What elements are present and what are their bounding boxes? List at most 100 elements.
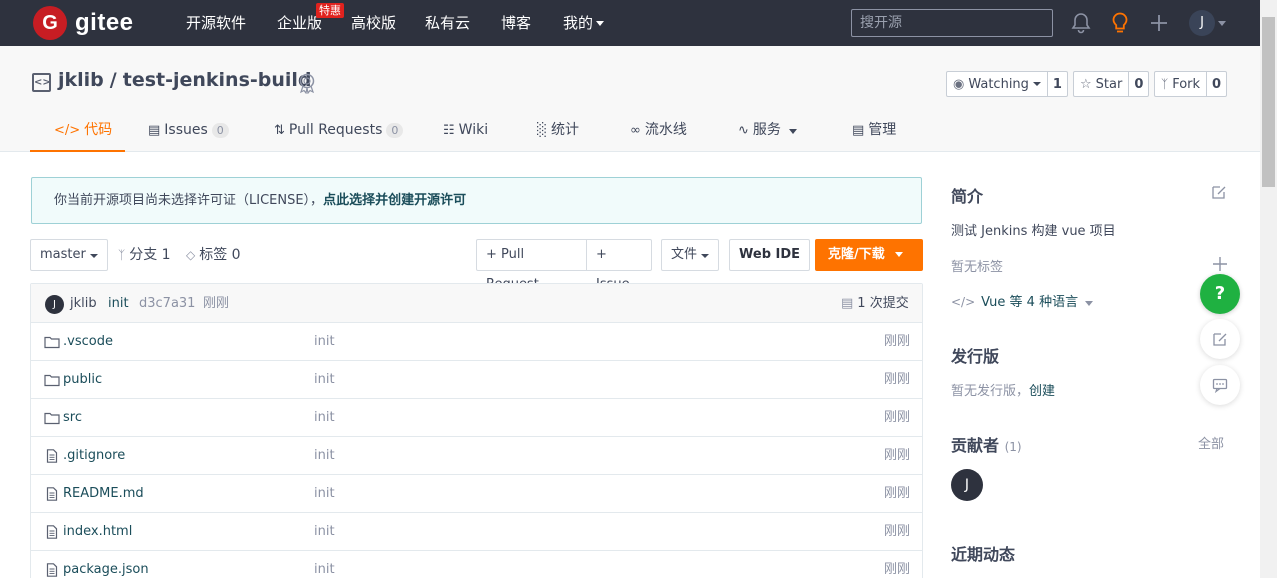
- help-button[interactable]: ?: [1200, 274, 1240, 314]
- file-commit-message[interactable]: init: [314, 551, 335, 578]
- file-name[interactable]: src: [63, 399, 82, 437]
- tags-link[interactable]: ◇ 标签 0: [186, 239, 241, 271]
- bell-icon[interactable]: [1070, 11, 1092, 35]
- gitee-logo[interactable]: G gitee: [33, 6, 134, 40]
- edit-icon: [1213, 333, 1227, 346]
- file-row[interactable]: .gitignore init 刚刚: [31, 437, 922, 475]
- file-name[interactable]: public: [63, 361, 102, 399]
- tab-stats[interactable]: ░ 统计: [537, 109, 579, 152]
- tab-service-label: 服务: [752, 122, 781, 138]
- tab-issues[interactable]: ▤ Issues 0: [148, 109, 229, 152]
- chevron-down-icon: [701, 254, 710, 258]
- tab-manage-label: 管理: [868, 122, 897, 138]
- file-commit-message[interactable]: init: [314, 399, 335, 437]
- issues-icon: ▤: [148, 123, 161, 138]
- tab-code[interactable]: </> 代码: [30, 109, 125, 152]
- file-row[interactable]: public init 刚刚: [31, 361, 922, 399]
- file-row[interactable]: src init 刚刚: [31, 399, 922, 437]
- new-pull-request-button[interactable]: + Pull Request: [476, 239, 587, 292]
- fork-icon: ᛉ: [1161, 77, 1169, 91]
- file-commit-message[interactable]: init: [314, 323, 335, 361]
- tab-pipeline-label: 流水线: [644, 122, 687, 138]
- commit-hash[interactable]: d3c7a31: [139, 284, 195, 323]
- commit-message[interactable]: init: [108, 284, 129, 323]
- new-issue-button[interactable]: + Issue: [586, 239, 652, 292]
- add-tag-icon[interactable]: [1212, 256, 1228, 272]
- file-name[interactable]: package.json: [63, 551, 149, 578]
- file-commit-time: 刚刚: [883, 334, 910, 349]
- manage-icon: ▤: [852, 123, 865, 138]
- branch-select[interactable]: master: [30, 239, 108, 271]
- nav-blog[interactable]: 博客: [501, 0, 531, 46]
- tab-pull-requests[interactable]: ⇅ Pull Requests 0: [274, 109, 404, 152]
- star-count[interactable]: 0: [1128, 72, 1148, 96]
- repo-separator: /: [109, 69, 117, 91]
- repo-name-link[interactable]: test-jenkins-build: [123, 69, 312, 91]
- watch-count[interactable]: 1: [1046, 72, 1067, 96]
- contributors-all-link[interactable]: 全部: [1198, 433, 1224, 452]
- fork-button[interactable]: ᛉ Fork 0: [1154, 71, 1228, 97]
- feedback-button[interactable]: [1200, 319, 1240, 359]
- tab-wiki[interactable]: ☷ Wiki: [443, 109, 488, 152]
- file-menu-button[interactable]: 文件: [661, 239, 720, 271]
- file-commit-time: 刚刚: [883, 524, 910, 539]
- create-release-link[interactable]: 创建: [1029, 384, 1055, 399]
- tab-wiki-label: Wiki: [458, 122, 489, 138]
- tab-pr-label: Pull Requests: [288, 122, 383, 138]
- scrollbar-thumb[interactable]: [1262, 17, 1275, 187]
- nav-university[interactable]: 高校版: [351, 0, 396, 46]
- star-label: Star: [1095, 76, 1123, 92]
- file-row[interactable]: README.md init 刚刚: [31, 475, 922, 513]
- pr-count: 0: [386, 122, 404, 138]
- contributors-label: 贡献者: [951, 436, 1000, 455]
- chevron-down-icon: [89, 254, 98, 258]
- languages-dropdown[interactable]: </> Vue 等 4 种语言: [951, 291, 1094, 310]
- recommend-badge-icon[interactable]: [296, 72, 318, 94]
- file-commit-message[interactable]: init: [314, 513, 335, 551]
- tab-pipeline[interactable]: ∞ 流水线: [630, 109, 687, 152]
- repo-owner-link[interactable]: jklib: [58, 69, 104, 91]
- file-commit-message[interactable]: init: [314, 475, 335, 513]
- plus-icon[interactable]: [1148, 11, 1170, 35]
- branches-link[interactable]: ᛉ 分支 1: [118, 239, 171, 271]
- commit-count-link[interactable]: ▤ 1 次提交: [841, 284, 909, 323]
- chat-button[interactable]: [1200, 365, 1240, 405]
- web-ide-button[interactable]: Web IDE: [729, 239, 811, 271]
- file-table: J jklib init d3c7a31 刚刚 ▤ 1 次提交 .vscode in…: [30, 283, 923, 578]
- file-row[interactable]: .vscode init 刚刚: [31, 323, 922, 361]
- commit-author[interactable]: jklib: [70, 284, 97, 323]
- nav-open-source[interactable]: 开源软件: [186, 0, 246, 46]
- folder-icon: [44, 374, 60, 387]
- clone-download-button[interactable]: 克隆/下载: [815, 239, 923, 271]
- file-row[interactable]: package.json init 刚刚: [31, 551, 922, 578]
- branch-icon: ᛉ: [118, 248, 126, 262]
- license-link[interactable]: 点此选择并创建开源许可: [323, 193, 466, 208]
- tab-service[interactable]: ∿ 服务: [738, 109, 797, 152]
- nav-private-cloud[interactable]: 私有云: [425, 0, 470, 46]
- fork-count[interactable]: 0: [1206, 72, 1226, 96]
- watch-button[interactable]: ◉ Watching 1: [946, 71, 1068, 97]
- commit-author-avatar[interactable]: J: [45, 295, 64, 314]
- user-avatar[interactable]: J: [1189, 10, 1215, 36]
- activity-title: 近期动态: [951, 545, 1016, 564]
- star-button[interactable]: ☆ Star 0: [1073, 71, 1150, 97]
- no-release-text: 暂无发行版，: [951, 384, 1030, 399]
- file-row[interactable]: index.html init 刚刚: [31, 513, 922, 551]
- repo-title: jklib / test-jenkins-build: [58, 69, 312, 91]
- chevron-down-icon[interactable]: [1218, 21, 1226, 26]
- lightbulb-icon[interactable]: [1109, 11, 1131, 35]
- contributor-avatar[interactable]: J: [951, 469, 983, 501]
- file-name[interactable]: README.md: [63, 475, 144, 513]
- edit-icon[interactable]: [1211, 184, 1227, 200]
- project-header: <> jklib / test-jenkins-build ◉ Watching 1 …: [0, 46, 1260, 152]
- search-input[interactable]: 搜开源: [851, 9, 1053, 37]
- tab-manage[interactable]: ▤ 管理: [852, 109, 896, 152]
- file-commit-message[interactable]: init: [314, 437, 335, 475]
- nav-mine[interactable]: 我的: [563, 0, 605, 46]
- no-tags-text: 暂无标签: [951, 260, 1004, 275]
- file-commit-message[interactable]: init: [314, 361, 335, 399]
- chevron-down-icon: [1085, 301, 1094, 306]
- file-name[interactable]: .vscode: [63, 323, 113, 361]
- file-name[interactable]: .gitignore: [63, 437, 125, 475]
- file-name[interactable]: index.html: [63, 513, 132, 551]
